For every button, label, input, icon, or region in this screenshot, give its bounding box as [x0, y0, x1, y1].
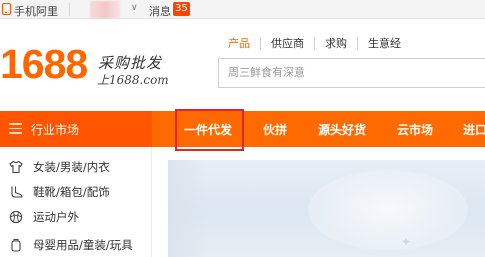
promo-banner[interactable]: ✦ [168, 160, 485, 257]
search-tab-business-tips[interactable]: 生意经 [357, 37, 411, 50]
category-label: 女装/男装/内衣 [33, 160, 110, 174]
search-box [218, 58, 485, 88]
search-type-tabs: 产品 供应商 求购 生意经 [228, 37, 411, 53]
category-item-apparel[interactable]: 女装/男装/内衣 [0, 155, 152, 179]
logo-slogan: 采购批发 [98, 54, 163, 72]
banner-shade [168, 160, 208, 257]
search-tab-buy-request[interactable]: 求购 [314, 37, 357, 50]
account-name-blurred[interactable] [90, 1, 120, 18]
chevron-down-icon[interactable]: ∨ [131, 3, 138, 13]
mobile-ali-link[interactable]: 手机阿里 [14, 3, 58, 19]
baby-icon [11, 238, 21, 252]
search-tab-product[interactable]: 产品 [228, 37, 260, 50]
divider [69, 3, 70, 16]
nav-item-cloud-market[interactable]: 云市场 [397, 121, 433, 138]
sports-icon [9, 210, 23, 224]
messages-link[interactable]: 消息 [149, 3, 171, 19]
site-logo[interactable]: 1688 [0, 44, 88, 85]
messages-count-badge: 35 [173, 2, 190, 16]
banner-glow [308, 170, 468, 250]
category-menu-label: 行业市场 [31, 123, 80, 137]
list-icon [9, 123, 22, 134]
top-utility-bar: 手机阿里 ∨ 消息 35 [0, 0, 485, 19]
category-sidebar: 女装/男装/内衣 鞋靴/箱包/配饰 运动户外 母婴用品/童装/玩具 [0, 147, 152, 257]
logo-domain: 上1688.com [97, 73, 169, 87]
nav-item-import[interactable]: 进口 [463, 121, 485, 138]
category-label: 运动户外 [33, 210, 79, 224]
search-input[interactable] [228, 66, 478, 79]
category-item-shoes-bags[interactable]: 鞋靴/箱包/配饰 [0, 180, 152, 204]
category-menu-header[interactable]: 行业市场 [0, 111, 152, 147]
category-item-sports-outdoor[interactable]: 运动户外 [0, 205, 152, 229]
nav-item-source-goods[interactable]: 源头好货 [318, 121, 366, 138]
sparkle-icon: ✦ [400, 235, 411, 249]
search-tab-supplier[interactable]: 供应商 [260, 37, 314, 50]
category-label: 鞋靴/箱包/配饰 [33, 185, 110, 199]
mobile-phone-icon [2, 3, 11, 15]
shirt-icon [9, 160, 23, 174]
category-label: 母婴用品/童装/玩具 [33, 238, 133, 252]
annotation-highlight-box [175, 109, 244, 151]
boot-icon [11, 186, 23, 198]
nav-item-group-buy[interactable]: 伙拼 [263, 121, 287, 138]
category-item-baby-toys[interactable]: 母婴用品/童装/玩具 [0, 233, 152, 257]
